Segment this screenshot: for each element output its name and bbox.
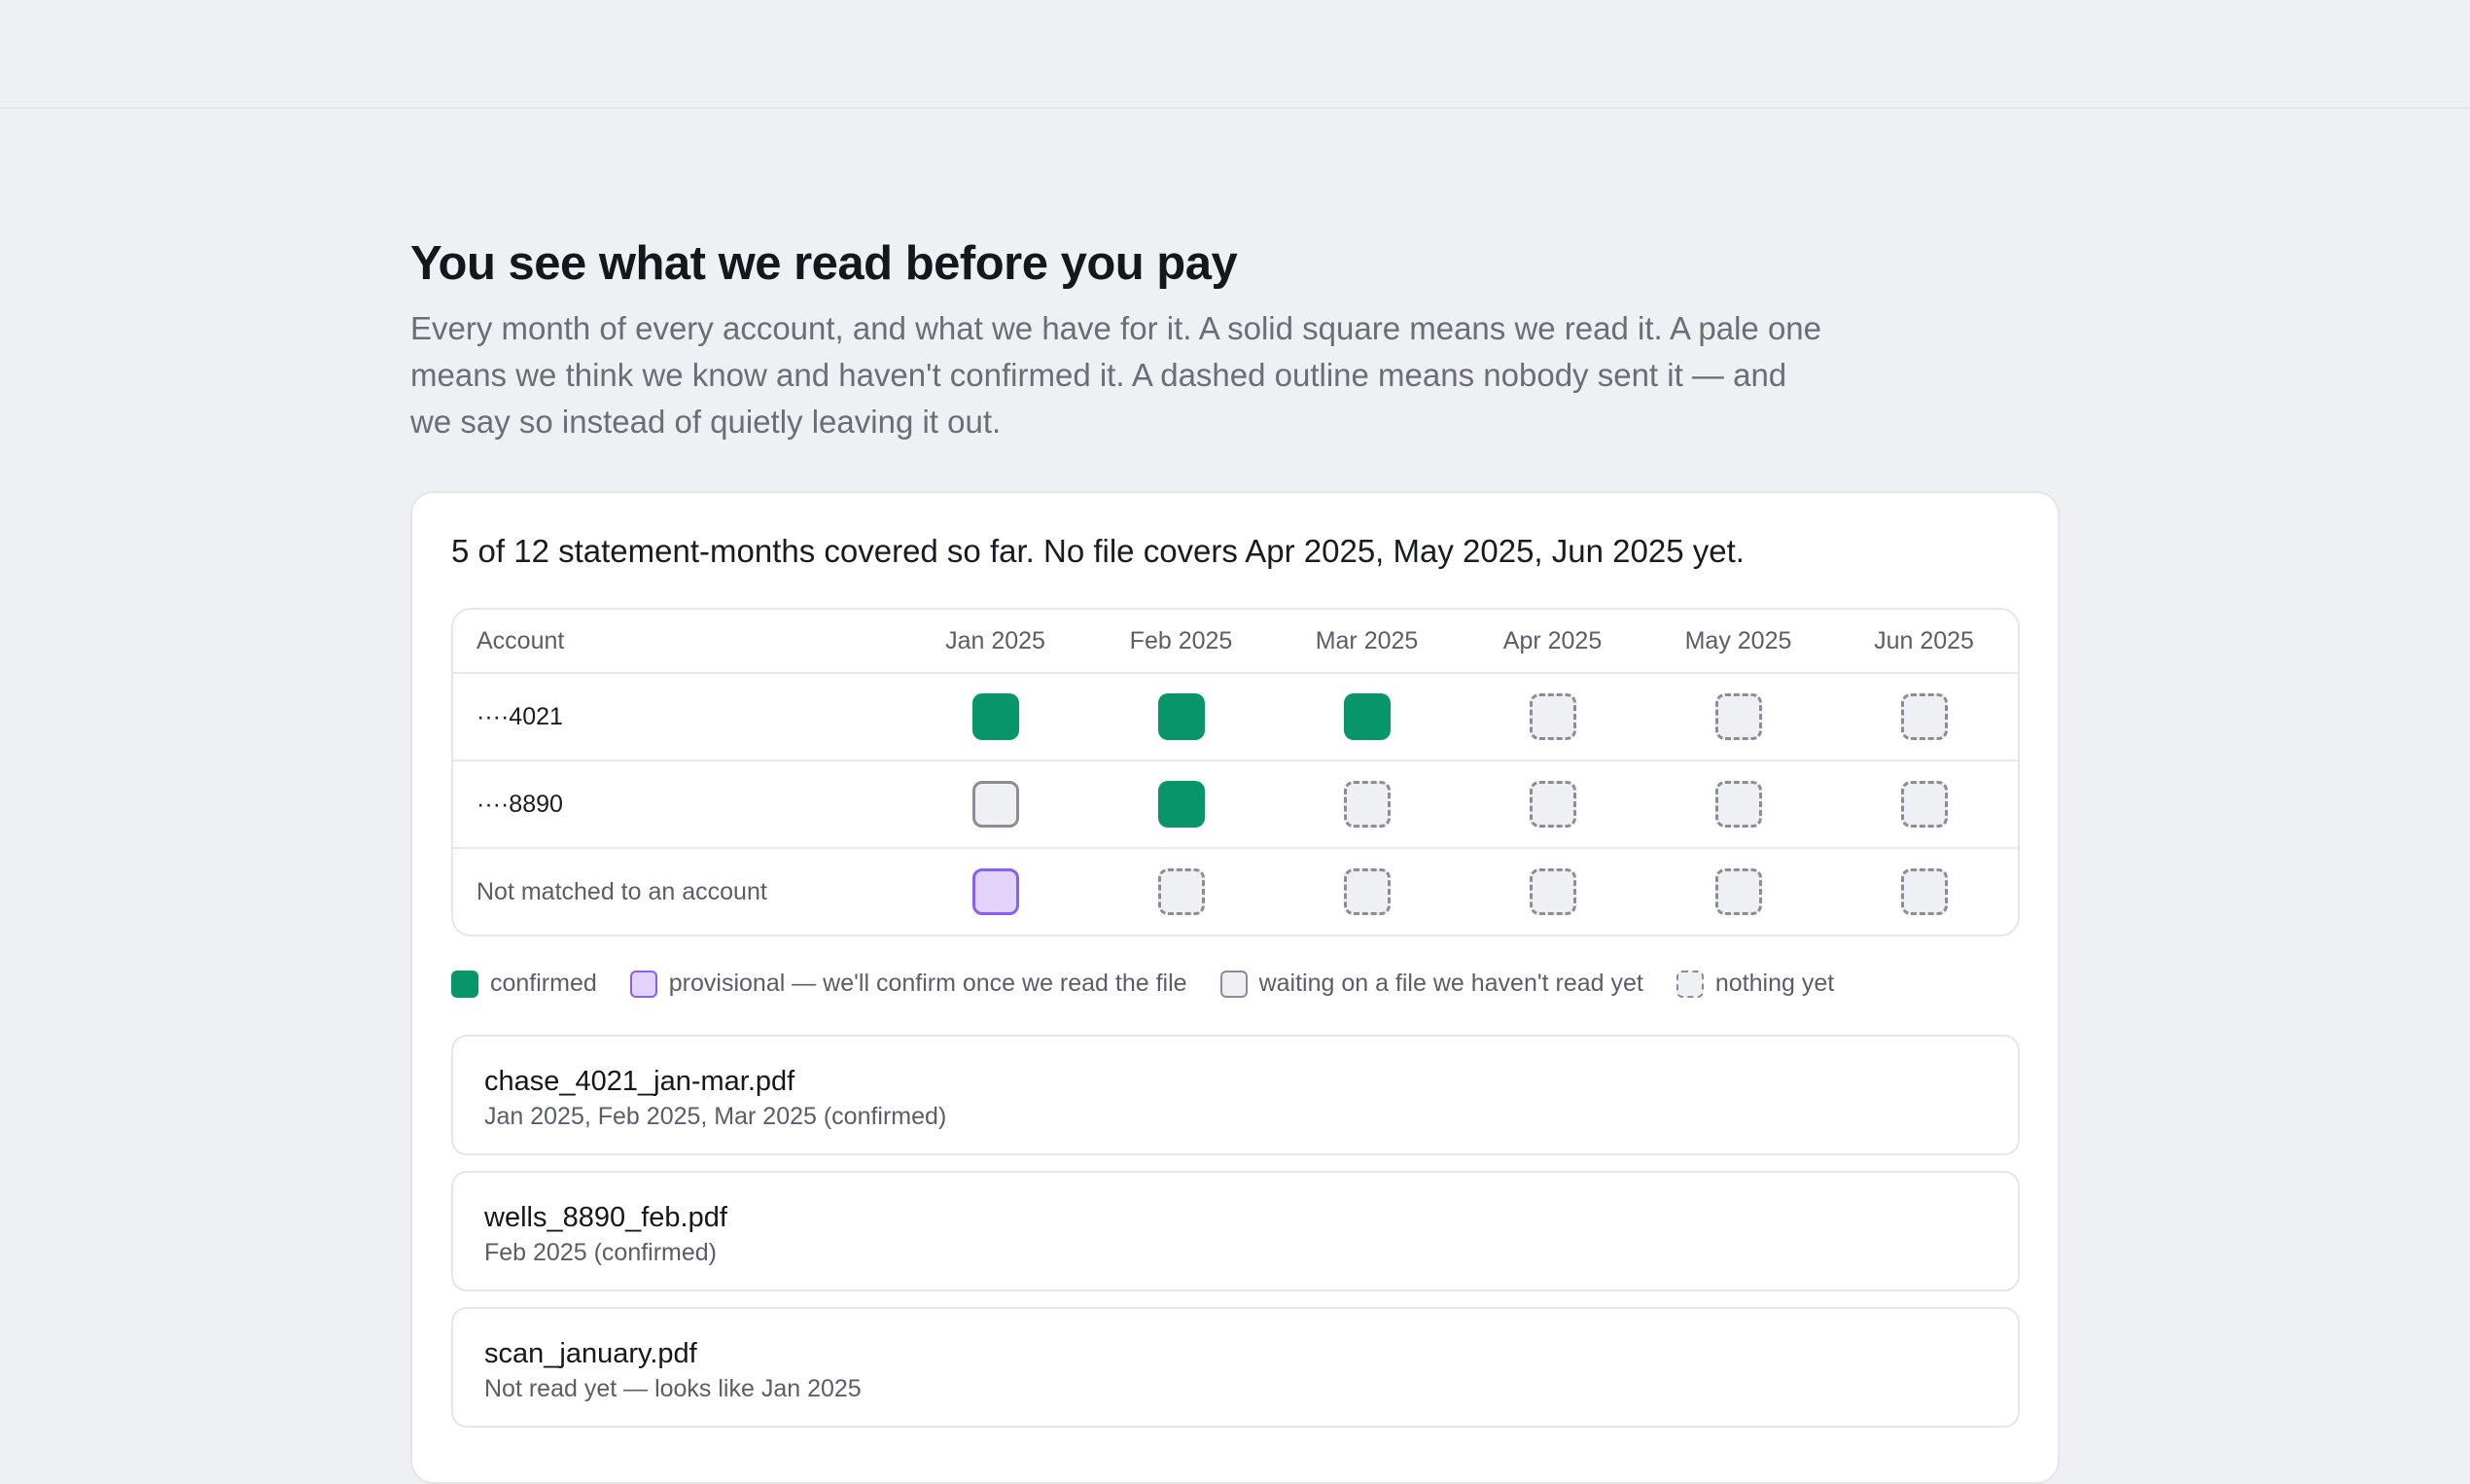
top-bar (0, 0, 2470, 109)
account-row: ····8890 (453, 760, 2018, 847)
month-cell (1645, 868, 1831, 915)
month-header: Apr 2025 (1460, 627, 1645, 655)
month-cell (1460, 693, 1645, 740)
month-cell (1088, 693, 1274, 740)
month-header-label: Jan 2025 (945, 626, 1045, 654)
file-name: wells_8890_feb.pdf (484, 1202, 727, 1233)
nothing-square-icon (1529, 781, 1576, 828)
account-label: ····8890 (476, 790, 563, 818)
coverage-card: 5 of 12 statement-months covered so far.… (410, 491, 2060, 1484)
month-cell (1460, 868, 1645, 915)
month-cell (1831, 781, 2017, 828)
main-content: You see what we read before you pay Ever… (410, 233, 2060, 1484)
account-row: ····4021 (453, 672, 2018, 760)
confirmed-square-icon (1157, 781, 1205, 828)
legend-label: nothing yet (1714, 970, 1835, 997)
file-card[interactable]: chase_4021_jan-mar.pdf Jan 2025, Feb 202… (451, 1035, 2020, 1155)
confirmed-square-icon (971, 693, 1019, 740)
month-cell (1831, 868, 2017, 915)
month-cell (902, 693, 1088, 740)
nothing-square-icon (1900, 693, 1948, 740)
month-cell (1088, 781, 1274, 828)
month-header: Jun 2025 (1831, 627, 2017, 655)
confirmed-square-icon (1343, 693, 1391, 740)
month-header-label: Feb 2025 (1129, 626, 1233, 654)
nothing-square-icon (1714, 781, 1762, 828)
coverage-grid: Account Jan 2025 Feb 2025 Mar 2025 Apr 2… (451, 608, 2020, 936)
account-label: ····4021 (476, 702, 563, 730)
account-row: Not matched to an account (453, 847, 2018, 935)
waiting-square-icon (971, 781, 1019, 828)
legend-nothing: nothing yet (1676, 970, 1834, 998)
nothing-square-icon (1529, 868, 1576, 915)
page-title: You see what we read before you pay (410, 237, 1238, 290)
month-header-label: Jun 2025 (1874, 626, 1974, 654)
file-name: chase_4021_jan-mar.pdf (484, 1066, 795, 1097)
grid-header-row: Account Jan 2025 Feb 2025 Mar 2025 Apr 2… (453, 610, 2018, 672)
nothing-square-icon (1900, 868, 1948, 915)
legend: confirmed provisional — we'll confirm on… (451, 970, 2019, 998)
nothing-square-icon (1157, 868, 1205, 915)
waiting-swatch-icon (1219, 970, 1248, 998)
month-cell (1831, 693, 2017, 740)
nothing-square-icon (1529, 693, 1576, 740)
legend-provisional: provisional — we'll confirm once we read… (629, 970, 1187, 998)
file-coverage: Feb 2025 (confirmed) (484, 1239, 718, 1266)
month-cell (902, 868, 1088, 915)
confirmed-swatch-icon (451, 970, 478, 998)
month-header-label: Mar 2025 (1315, 626, 1419, 654)
legend-confirmed: confirmed (451, 970, 597, 998)
month-header: May 2025 (1645, 627, 1831, 655)
account-label: Not matched to an account (476, 877, 767, 905)
month-header: Mar 2025 (1274, 627, 1460, 655)
legend-waiting: waiting on a file we haven't read yet (1219, 970, 1643, 998)
month-cell (1645, 781, 1831, 828)
month-header: Feb 2025 (1088, 627, 1274, 655)
file-card[interactable]: scan_january.pdf Not read yet — looks li… (451, 1307, 2020, 1428)
month-cell (1274, 868, 1460, 915)
legend-label: waiting on a file we haven't read yet (1258, 970, 1643, 997)
month-header-label: May 2025 (1684, 626, 1792, 654)
month-cell (1460, 781, 1645, 828)
legend-label: provisional — we'll confirm once we read… (668, 970, 1187, 997)
account-column-header: Account (476, 626, 565, 654)
nothing-swatch-icon (1676, 970, 1704, 998)
nothing-square-icon (1900, 781, 1948, 828)
month-cell (902, 781, 1088, 828)
month-cell (1274, 693, 1460, 740)
month-cell (1645, 693, 1831, 740)
file-coverage: Jan 2025, Feb 2025, Mar 2025 (confirmed) (484, 1103, 947, 1130)
month-header: Jan 2025 (902, 627, 1088, 655)
month-header-label: Apr 2025 (1502, 626, 1603, 654)
nothing-square-icon (1714, 868, 1762, 915)
legend-label: confirmed (490, 970, 597, 997)
intro-text: Every month of every account, and what w… (410, 310, 1822, 440)
month-cell (1274, 781, 1460, 828)
month-cell (1088, 868, 1274, 915)
provisional-square-icon (971, 868, 1019, 915)
confirmed-square-icon (1157, 693, 1205, 740)
coverage-summary: 5 of 12 statement-months covered so far.… (451, 533, 1745, 569)
file-name: scan_january.pdf (484, 1338, 697, 1369)
file-coverage: Not read yet — looks like Jan 2025 (484, 1375, 862, 1402)
nothing-square-icon (1343, 868, 1391, 915)
nothing-square-icon (1343, 781, 1391, 828)
file-card[interactable]: wells_8890_feb.pdf Feb 2025 (confirmed) (451, 1171, 2020, 1291)
nothing-square-icon (1714, 693, 1762, 740)
file-list: chase_4021_jan-mar.pdf Jan 2025, Feb 202… (451, 1035, 2020, 1428)
provisional-swatch-icon (629, 970, 657, 998)
